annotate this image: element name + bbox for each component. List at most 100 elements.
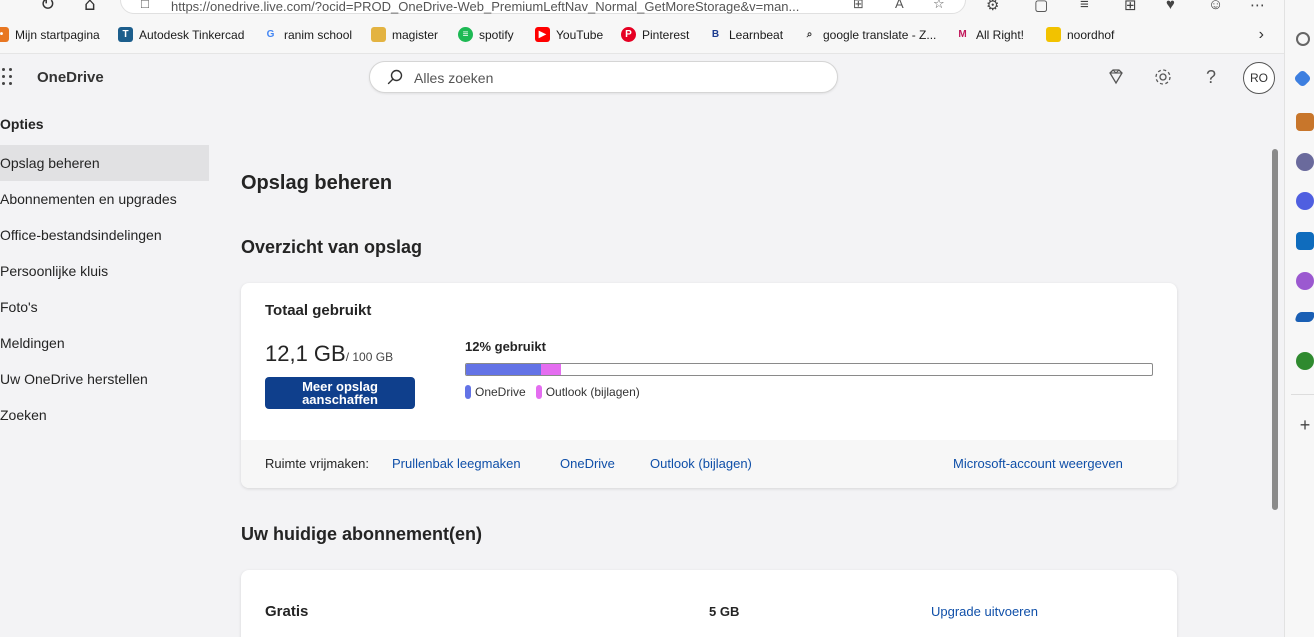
youtube-icon: ▶ (535, 27, 550, 42)
onedrive-link[interactable]: OneDrive (560, 456, 615, 471)
usage-percent: 12% gebruikt (465, 339, 546, 354)
bookmark-mijn-startpagina[interactable]: • Mijn startpagina (0, 27, 100, 42)
outlook-icon[interactable] (1296, 232, 1314, 250)
plus-icon[interactable]: + (1296, 416, 1314, 434)
usage-segment-outlook (541, 364, 561, 375)
microsoft-account-link[interactable]: Microsoft-account weergeven (953, 456, 1123, 471)
plan-size: 5 GB (709, 604, 740, 619)
buy-storage-button[interactable]: Meer opslag aanschaffen (265, 377, 415, 409)
favorite-star-icon[interactable]: ☆ (933, 0, 945, 12)
bookmark-spotify[interactable]: ≡ spotify (458, 27, 514, 42)
app-name[interactable]: OneDrive (37, 69, 104, 86)
sidebar-item-abonnementen[interactable]: Abonnementen en upgrades (0, 181, 209, 217)
storage-card-title: Totaal gebruikt (265, 302, 372, 319)
bookmarks-bar: • Mijn startpagina T Autodesk Tinkercad Gr… (0, 18, 1284, 54)
more-menu-icon[interactable]: ⋯ (1250, 0, 1265, 14)
home-page-icon: • (0, 27, 9, 42)
read-aloud-icon[interactable]: A (895, 0, 904, 11)
split-screen-icon[interactable]: ▢ (1034, 0, 1048, 14)
usage-bar (465, 363, 1153, 376)
scrollbar-thumb[interactable] (1272, 149, 1278, 510)
diamond-icon[interactable] (1105, 66, 1127, 88)
tree-icon[interactable] (1296, 352, 1314, 370)
briefcase-icon[interactable] (1296, 113, 1314, 131)
address-text: https://onedrive.live.com/?ocid=PROD_One… (171, 0, 800, 14)
profile-icon[interactable]: ☺ (1208, 0, 1223, 13)
people-icon[interactable] (1296, 153, 1314, 171)
edge-sidebar-divider (1291, 394, 1314, 395)
usage-legend: OneDrive Outlook (bijlagen) (465, 385, 640, 399)
page-icon: □ (141, 0, 149, 11)
tag-icon[interactable] (1293, 69, 1312, 88)
search-icon (387, 69, 403, 85)
sidebar-item-zoeken[interactable]: Zoeken (0, 397, 209, 433)
gear-icon[interactable] (1152, 66, 1174, 88)
bookmark-tinkercad[interactable]: T Autodesk Tinkercad (118, 27, 244, 42)
pinterest-icon: P (621, 27, 636, 42)
browser-toolbar: ↻ ⌂ □ https://onedrive.live.com/?ocid=PR… (0, 0, 1284, 18)
page-title: Opslag beheren (241, 172, 393, 194)
search-box[interactable] (369, 61, 838, 93)
sidebar-item-fotos[interactable]: Foto's (0, 289, 209, 325)
tinkercad-icon: T (118, 27, 133, 42)
avatar[interactable]: RO (1243, 62, 1275, 94)
extensions-icon[interactable]: ⚙ (986, 0, 999, 14)
sidebar-item-office-bestandsindelingen[interactable]: Office-bestandsindelingen (0, 217, 209, 253)
folder-icon (371, 27, 386, 42)
sidebar-item-herstellen[interactable]: Uw OneDrive herstellen (0, 361, 209, 397)
scrollbar[interactable] (1268, 54, 1282, 637)
search-icon: ⌕ (806, 29, 813, 40)
app-launcher-icon[interactable] (2, 68, 14, 86)
home-icon[interactable]: ⌂ (84, 0, 95, 15)
bookmark-all-right[interactable]: M All Right! (955, 27, 1024, 42)
help-icon[interactable]: ? (1200, 66, 1222, 88)
bookmark-magister[interactable]: magister (371, 27, 438, 42)
sidebar-item-persoonlijke-kluis[interactable]: Persoonlijke kluis (0, 253, 209, 289)
bookmark-google-translate[interactable]: ⌕ google translate - Z... (802, 27, 937, 42)
legend-swatch (465, 385, 471, 399)
free-up-label: Ruimte vrijmaken: (265, 456, 370, 471)
total-amount: / 100 GB (345, 350, 394, 364)
telegram-icon[interactable] (1294, 312, 1314, 322)
search-input[interactable] (414, 68, 814, 88)
subscriptions-heading: Uw huidige abonnement(en) (241, 524, 482, 544)
usage-segment-onedrive (466, 364, 542, 375)
upgrade-link[interactable]: Upgrade uitvoeren (931, 604, 1038, 619)
empty-recycle-bin-link[interactable]: Prullenbak leegmaken (392, 456, 521, 471)
performance-icon[interactable]: ♥ (1166, 0, 1175, 13)
plan-name: Gratis (265, 603, 309, 620)
legend-item-onedrive: OneDrive (465, 385, 526, 399)
free-up-space-bar: Ruimte vrijmaken: Prullenbak leegmaken O… (241, 440, 1177, 488)
favorites-icon[interactable]: ≡ (1080, 0, 1089, 13)
chevron-right-icon[interactable]: › (1259, 26, 1264, 44)
storage-used: 12,1 GB/ 100 GB (265, 341, 393, 367)
legend-swatch (535, 385, 542, 399)
learnbeat-icon: B (711, 29, 720, 40)
onedrive-header: OneDrive ? RO (0, 54, 1275, 102)
copilot-icon[interactable] (1296, 192, 1314, 210)
legend-item-outlook: Outlook (bijlagen) (535, 385, 640, 399)
subscription-card: Gratis 5 GB Upgrade uitvoeren (241, 570, 1177, 637)
spotify-icon: ≡ (458, 27, 473, 42)
grid-icon[interactable]: ⊞ (853, 0, 864, 12)
collections-icon[interactable]: ⊞ (1124, 0, 1137, 14)
bookmark-ranim-school[interactable]: Granim school (263, 27, 352, 42)
bookmark-pinterest[interactable]: P Pinterest (621, 27, 689, 42)
used-amount: 12,1 GB (265, 341, 346, 366)
storage-overview-heading: Overzicht van opslag (241, 237, 423, 257)
address-bar[interactable]: □ https://onedrive.live.com/?ocid=PROD_O… (120, 0, 966, 14)
sidebar-title: Opties (0, 116, 44, 132)
designer-icon[interactable] (1296, 272, 1314, 290)
sidebar-item-meldingen[interactable]: Meldingen (0, 325, 209, 361)
outlook-attachments-link[interactable]: Outlook (bijlagen) (650, 456, 752, 471)
sidebar-item-opslag-beheren[interactable]: Opslag beheren (0, 145, 209, 181)
bookmark-youtube[interactable]: ▶ YouTube (535, 27, 603, 42)
bookmark-noordhof[interactable]: noordhof (1046, 27, 1114, 42)
bookmark-learnbeat[interactable]: B Learnbeat (708, 27, 783, 42)
browser-edge-sidebar: + (1284, 0, 1314, 637)
search-icon[interactable] (1296, 32, 1310, 46)
google-icon: G (266, 29, 275, 40)
refresh-icon[interactable]: ↻ (40, 0, 55, 15)
allright-icon: M (958, 29, 967, 40)
storage-card: Totaal gebruikt 12,1 GB/ 100 GB Meer ops… (241, 283, 1177, 488)
